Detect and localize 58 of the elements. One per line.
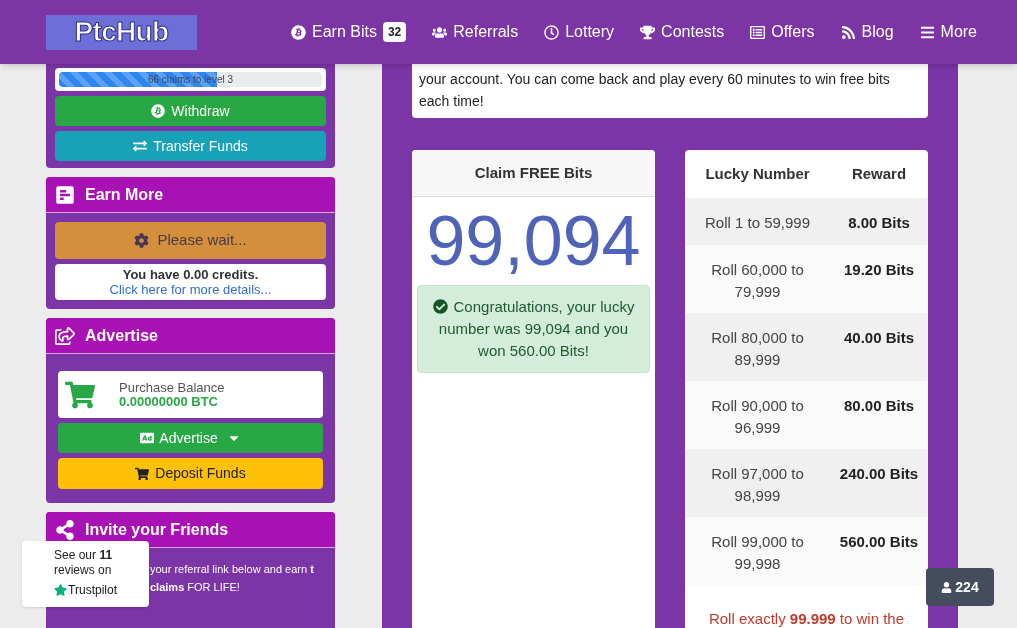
card-title: Invite your Friends [85, 519, 229, 540]
nav-link[interactable]: Referrals [432, 20, 519, 44]
count-badge: 32 [382, 22, 407, 42]
table-cell-text: Roll 90,000 to 96,999 [710, 396, 805, 438]
online-users-badge: 224 [926, 568, 994, 606]
table-cell-text: Roll 97,000 to 98,999 [710, 464, 805, 506]
deposit-button[interactable]: Deposit Funds [58, 458, 323, 489]
table-cell-text: 80.00 Bits [842, 396, 915, 416]
nav-link[interactable]: Blog [840, 20, 894, 44]
transfer-icon [133, 139, 148, 153]
invite-text: your referral link below and earn t claims FOR LIFE! [150, 562, 315, 595]
bitcoin-icon [151, 104, 166, 118]
list-icon [750, 24, 766, 40]
menu-icon [919, 24, 935, 40]
table-cell-text: 40.00 Bits [842, 328, 915, 348]
trustpilot-brand: Trustpilot [68, 582, 117, 599]
nav-link[interactable]: Offers [750, 20, 815, 44]
user-icon [941, 581, 953, 593]
nav-link[interactable]: Lottery [544, 20, 615, 44]
success-alert: Congratulations, your lucky number was 99,094 and you won 560.00 Bits! [417, 285, 650, 373]
rss-icon [840, 24, 856, 40]
nav-link[interactable]: Contests [640, 20, 725, 44]
column-header: Lucky Number [704, 163, 811, 184]
clock-icon [544, 24, 560, 40]
nav-link[interactable]: Earn Bits 32 [291, 20, 407, 44]
trophy-icon [640, 24, 656, 40]
card-title: Earn More [85, 184, 164, 205]
reviews-text: See our 11 reviews on [54, 548, 114, 578]
cart-icon [65, 379, 95, 410]
table-cell-text: Roll 1 to 59,999 [703, 213, 812, 233]
table-cell-text: Roll 60,000 to 79,999 [710, 260, 805, 302]
column-header: Reward [850, 163, 908, 184]
external-link-icon [55, 325, 75, 346]
lucky-number: 99,094 [425, 201, 642, 282]
credits-text: You have 0.00 credits. [122, 267, 259, 282]
users-icon [432, 24, 448, 40]
notice-text: your account. You can come back and play every 60 minutes to win free bits each time! [412, 64, 928, 118]
details-link[interactable]: Click here for more details... [109, 282, 272, 297]
claim-title: Claim FREE Bits [474, 162, 593, 183]
jackpot-text: Roll exactly 99.999 to win the [707, 610, 906, 628]
please-wait-button[interactable]: Please wait... [55, 222, 326, 259]
card-title: Advertise [85, 325, 158, 346]
table-cell-text: Roll 99,000 to 99,998 [710, 532, 805, 574]
bitcoin-icon [291, 24, 306, 40]
table-cell-text: 560.00 Bits [838, 532, 920, 552]
ad-icon [140, 431, 155, 445]
balance-value: 0.00000000 BTC [119, 394, 219, 409]
table-cell-text: Roll 80,000 to 89,999 [710, 328, 805, 370]
balance-label: Purchase Balance [119, 380, 225, 395]
table-cell-text: 240.00 Bits [838, 464, 920, 484]
document-icon [55, 184, 75, 205]
table-cell-text: 19.20 Bits [842, 260, 915, 280]
cart-icon [135, 466, 150, 481]
table-cell-text: 8.00 Bits [847, 213, 911, 233]
logo[interactable]: PtcHub [46, 14, 197, 50]
gear-icon [134, 233, 150, 248]
nav-link[interactable]: More [919, 20, 977, 44]
star-icon [54, 583, 68, 597]
